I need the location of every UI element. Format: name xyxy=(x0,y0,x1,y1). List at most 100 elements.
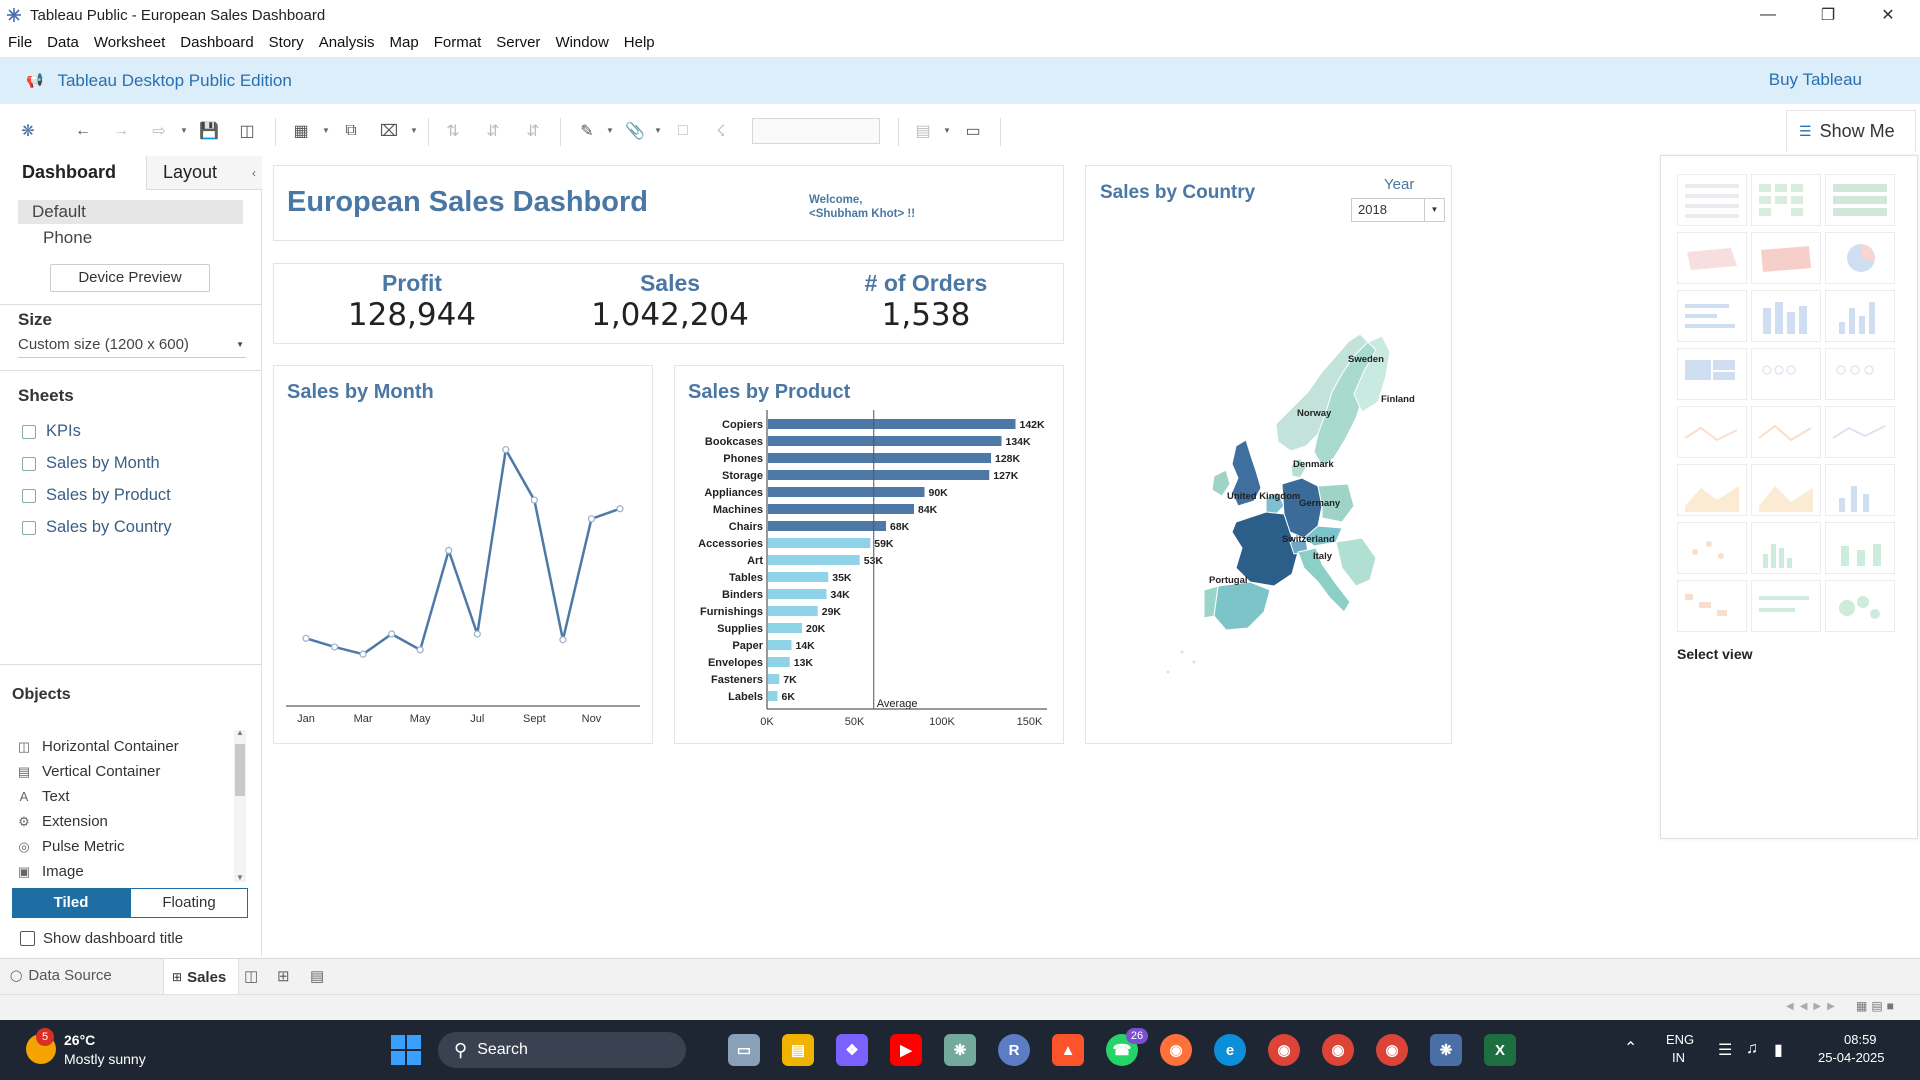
tiled-button[interactable]: Tiled xyxy=(12,888,130,918)
highlight-caret-icon[interactable]: ▼ xyxy=(606,126,614,135)
windows-start-icon[interactable] xyxy=(391,1035,421,1065)
new-worksheet-caret-icon[interactable]: ▼ xyxy=(322,126,330,135)
group-icon[interactable]: 📎 xyxy=(624,120,646,142)
kpi-panel[interactable]: Profit 128,944 Sales 1,042,204 # of Orde… xyxy=(273,263,1064,344)
chrome-profile-2-icon[interactable]: ◉ xyxy=(1376,1034,1408,1066)
data-source-tab[interactable]: ◯ Data Source xyxy=(10,967,112,984)
menu-file[interactable]: File xyxy=(8,34,32,51)
floating-button[interactable]: Floating xyxy=(130,888,248,918)
object-text[interactable]: A Text xyxy=(16,788,70,805)
scroll-down-icon[interactable]: ▼ xyxy=(236,873,244,882)
sales-by-month-card[interactable]: Sales by Month Jan Mar May Jul Sept Nov xyxy=(273,365,653,744)
clear-caret-icon[interactable]: ▼ xyxy=(410,126,418,135)
object-extension[interactable]: ⚙ Extension xyxy=(16,813,108,830)
checkbox[interactable] xyxy=(20,931,35,946)
sales-by-product-card[interactable]: Sales by Product Copiers 142K Bookcases 134… xyxy=(674,365,1064,744)
tableau-taskbar-icon[interactable]: ❋ xyxy=(1430,1034,1462,1066)
task-view-icon[interactable]: ▭ xyxy=(728,1034,760,1066)
sort-desc-icon[interactable]: ⇵ xyxy=(522,120,544,142)
menu-help[interactable]: Help xyxy=(624,34,655,51)
objects-scrollbar[interactable]: ▲ ▼ xyxy=(234,728,246,882)
sheet-item-kpis[interactable]: KPIs xyxy=(22,422,81,441)
sort-asc-icon[interactable]: ⇵ xyxy=(482,120,504,142)
undo-icon[interactable]: ← xyxy=(72,120,94,142)
menu-window[interactable]: Window xyxy=(555,34,608,51)
tab-dashboard[interactable]: Dashboard xyxy=(0,156,146,190)
menu-worksheet[interactable]: Worksheet xyxy=(94,34,165,51)
object-horizontal-container[interactable]: ◫ Horizontal Container xyxy=(16,738,179,755)
show-dashboard-title-toggle[interactable]: Show dashboard title xyxy=(20,930,183,947)
highlight-icon[interactable]: ✎ xyxy=(576,120,598,142)
copilot-icon[interactable]: ❖ xyxy=(836,1034,868,1066)
buy-tableau-link[interactable]: Buy Tableau xyxy=(1769,70,1862,90)
swap-icon[interactable]: ⇅ xyxy=(442,120,464,142)
close-button[interactable]: ✕ xyxy=(1860,0,1916,30)
view-mode-icon[interactable]: ▦▤■ xyxy=(1856,999,1898,1013)
show-me-button[interactable]: ☰ Show Me xyxy=(1786,110,1916,152)
language-line-1[interactable]: ENG xyxy=(1666,1032,1694,1047)
firefox-icon[interactable]: ◉ xyxy=(1160,1034,1192,1066)
chrome-profile-icon[interactable]: ◉ xyxy=(1322,1034,1354,1066)
excel-icon[interactable]: X xyxy=(1484,1034,1516,1066)
labels-icon[interactable]: □ xyxy=(672,120,694,142)
volume-icon[interactable]: ♫ xyxy=(1746,1040,1758,1058)
restore-button[interactable]: ❐ xyxy=(1800,0,1856,30)
europe-map[interactable]: Sweden Finland Norway Denmark United Kin… xyxy=(1086,166,1451,743)
taskbar-search-box[interactable]: ⚲ Search xyxy=(438,1032,686,1068)
pin-icon[interactable]: ☇ xyxy=(710,120,732,142)
fit-dropdown[interactable] xyxy=(752,118,880,144)
clock-date[interactable]: 25-04-2025 xyxy=(1818,1050,1885,1065)
tableau-home-icon[interactable]: ❋ xyxy=(17,120,39,142)
object-pulse-metric[interactable]: ◎ Pulse Metric xyxy=(16,838,124,855)
sheet-item-sales-by-product[interactable]: Sales by Product xyxy=(22,486,171,505)
size-dropdown[interactable]: Custom size (1200 x 600) ▼ xyxy=(18,336,246,358)
tab-layout[interactable]: Layout ‹ xyxy=(146,156,262,190)
wifi-icon[interactable]: ☰ xyxy=(1718,1040,1732,1060)
duplicate-icon[interactable]: ⧉ xyxy=(340,120,362,142)
scroll-up-icon[interactable]: ▲ xyxy=(236,728,244,737)
collapse-panel-icon[interactable]: ‹ xyxy=(252,166,256,180)
minimize-button[interactable]: — xyxy=(1740,0,1796,30)
battery-icon[interactable]: ▮ xyxy=(1774,1040,1783,1060)
fit-icon[interactable]: ▤ xyxy=(912,120,934,142)
show-hidden-icons[interactable]: ⌃ xyxy=(1624,1038,1637,1058)
r-studio-icon[interactable]: R xyxy=(998,1034,1030,1066)
replay-caret-icon[interactable]: ▼ xyxy=(180,126,188,135)
sales-by-country-card[interactable]: Sales by Country Year 2018 ▼ Sweden Finl… xyxy=(1085,165,1452,744)
clock-time[interactable]: 08:59 xyxy=(1844,1032,1877,1047)
new-worksheet-icon[interactable]: ▦ xyxy=(290,120,312,142)
menu-story[interactable]: Story xyxy=(269,34,304,51)
sales-by-product-chart[interactable]: Copiers 142K Bookcases 134K Phones 128K Storag… xyxy=(675,366,1063,743)
brave-icon[interactable]: ▲ xyxy=(1052,1034,1084,1066)
device-default[interactable]: Default xyxy=(18,200,243,224)
presentation-icon[interactable]: ▭ xyxy=(962,120,984,142)
sales-by-month-chart[interactable]: Jan Mar May Jul Sept Nov xyxy=(274,366,652,743)
new-dashboard-tab-icon[interactable]: ⊞ xyxy=(277,967,290,985)
new-datasource-icon[interactable]: ◫ xyxy=(236,120,258,142)
sheet-item-sales-by-country[interactable]: Sales by Country xyxy=(22,518,172,537)
language-line-2[interactable]: IN xyxy=(1672,1050,1685,1065)
menu-map[interactable]: Map xyxy=(390,34,419,51)
menu-data[interactable]: Data xyxy=(47,34,79,51)
object-image[interactable]: ▣ Image xyxy=(16,863,84,880)
group-caret-icon[interactable]: ▼ xyxy=(654,126,662,135)
replay-icon[interactable]: ⇨ xyxy=(148,120,170,142)
scrollbar-thumb[interactable] xyxy=(235,744,245,796)
redo-icon[interactable]: → xyxy=(110,120,132,142)
sheet-navigation-icon[interactable]: ◀◀▶▶ xyxy=(1786,1001,1841,1012)
menu-dashboard[interactable]: Dashboard xyxy=(180,34,253,51)
fit-caret-icon[interactable]: ▼ xyxy=(943,126,951,135)
youtube-icon[interactable]: ▶ xyxy=(890,1034,922,1066)
device-phone[interactable]: Phone xyxy=(43,228,92,248)
menu-server[interactable]: Server xyxy=(496,34,540,51)
menu-analysis[interactable]: Analysis xyxy=(319,34,375,51)
sheet-item-sales-by-month[interactable]: Sales by Month xyxy=(22,454,160,473)
device-preview-button[interactable]: Device Preview xyxy=(50,264,210,292)
menu-format[interactable]: Format xyxy=(434,34,482,51)
edge-icon[interactable]: e xyxy=(1214,1034,1246,1066)
file-explorer-icon[interactable]: ▤ xyxy=(782,1034,814,1066)
chatgpt-icon[interactable]: ❋ xyxy=(944,1034,976,1066)
clear-sheet-icon[interactable]: ⌧ xyxy=(378,120,400,142)
chrome-icon[interactable]: ◉ xyxy=(1268,1034,1300,1066)
new-worksheet-tab-icon[interactable]: ◫ xyxy=(244,967,258,985)
